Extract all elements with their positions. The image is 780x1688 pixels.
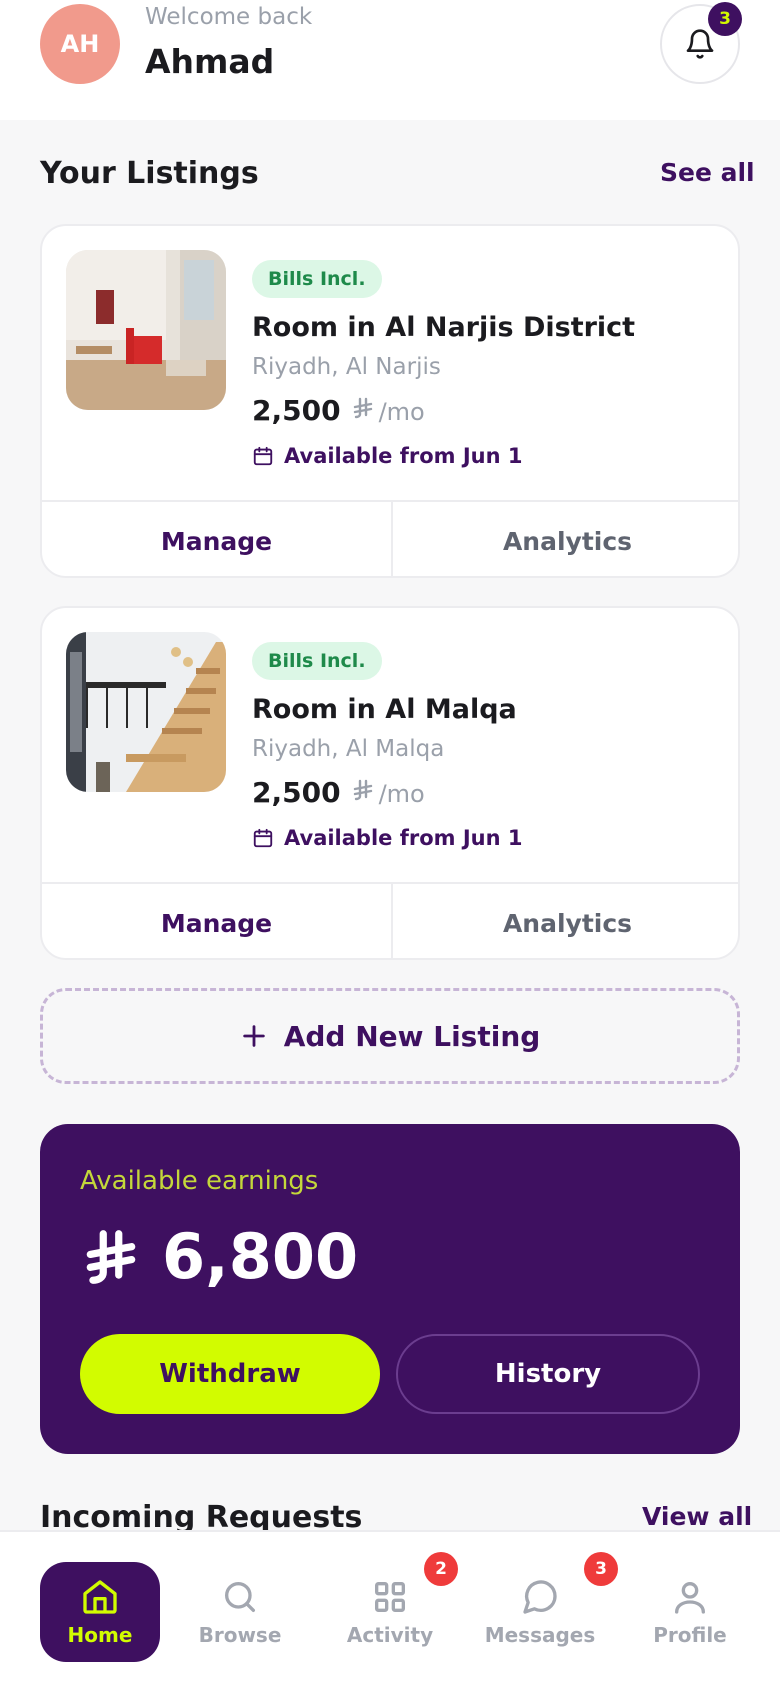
nav-browse-label: Browse [198,1623,282,1647]
withdraw-button[interactable]: Withdraw [80,1334,380,1414]
earnings-amount: 6,800 [80,1220,358,1293]
listing-photo[interactable] [66,632,226,792]
price-period: /mo [378,780,425,808]
welcome-text: Welcome back [145,4,313,30]
calendar-icon [253,828,273,848]
plus-icon [242,1025,265,1047]
chat-icon [523,1580,557,1614]
manage-button[interactable]: Manage [42,884,393,958]
listing-title[interactable]: Room in Al Narjis District [252,312,635,343]
riyal-icon [353,779,372,801]
listing-card[interactable]: Bills Incl. Room in Al Narjis District R… [40,224,740,578]
listing-photo[interactable] [66,250,226,410]
nav-activity-label: Activity [346,1623,434,1647]
avatar[interactable]: AH [40,4,120,84]
notification-badge: 3 [708,2,742,36]
price-period: /mo [378,398,425,426]
nav-messages[interactable]: Messages [480,1562,600,1662]
nav-profile[interactable]: Profile [630,1562,750,1662]
listing-price: 2,500 /mo [252,394,425,427]
search-icon [225,1582,255,1612]
listing-location: Riyadh, Al Narjis [252,354,441,380]
view-all-link[interactable]: View all [642,1502,752,1531]
nav-home[interactable]: Home [40,1562,160,1662]
listing-price: 2,500 /mo [252,776,425,809]
listings-section-title: Your Listings [40,156,259,191]
availability: Available from Jun 1 [252,826,522,850]
earnings-card: Available earnings 6,800 Withdraw Histor… [40,1124,740,1454]
riyal-icon [353,397,372,419]
analytics-button[interactable]: Analytics [393,884,738,958]
add-new-listing-label: Add New Listing [283,1019,541,1053]
see-all-link[interactable]: See all [660,158,755,187]
riyal-icon [86,1229,136,1284]
nav-browse[interactable]: Browse [180,1562,300,1662]
earnings-value: 6,800 [162,1220,359,1293]
availability: Available from Jun 1 [252,444,522,468]
bottom-navigation: Home Browse Activity 2 Messages 3 Profil… [0,1530,780,1688]
user-name: Ahmad [145,42,275,81]
activity-badge: 2 [424,1552,458,1586]
price-amount: 2,500 [252,394,341,427]
nav-home-label: Home [67,1623,133,1647]
bell-icon [686,29,714,59]
nav-profile-label: Profile [653,1623,727,1647]
availability-text: Available from Jun 1 [284,444,523,468]
listing-location: Riyadh, Al Malqa [252,736,445,762]
history-button[interactable]: History [396,1334,700,1414]
user-icon [675,1582,705,1614]
manage-button[interactable]: Manage [42,502,393,576]
listing-actions: Manage Analytics [42,882,738,958]
bills-included-tag: Bills Incl. [252,642,382,680]
nav-messages-label: Messages [484,1623,596,1647]
earnings-label: Available earnings [80,1166,319,1196]
price-amount: 2,500 [252,776,341,809]
add-new-listing-button[interactable]: Add New Listing [40,988,740,1084]
listing-card[interactable]: Bills Incl. Room in Al Malqa Riyadh, Al … [40,606,740,960]
bills-included-tag: Bills Incl. [252,260,382,298]
listing-title[interactable]: Room in Al Malqa [252,694,517,725]
calendar-icon [253,446,273,466]
availability-text: Available from Jun 1 [284,826,523,850]
grid-icon [375,1582,405,1612]
home-icon [83,1580,117,1614]
listing-actions: Manage Analytics [42,500,738,576]
messages-badge: 3 [584,1552,618,1586]
top-header: AH Welcome back Ahmad 3 [0,0,780,120]
analytics-button[interactable]: Analytics [393,502,738,576]
